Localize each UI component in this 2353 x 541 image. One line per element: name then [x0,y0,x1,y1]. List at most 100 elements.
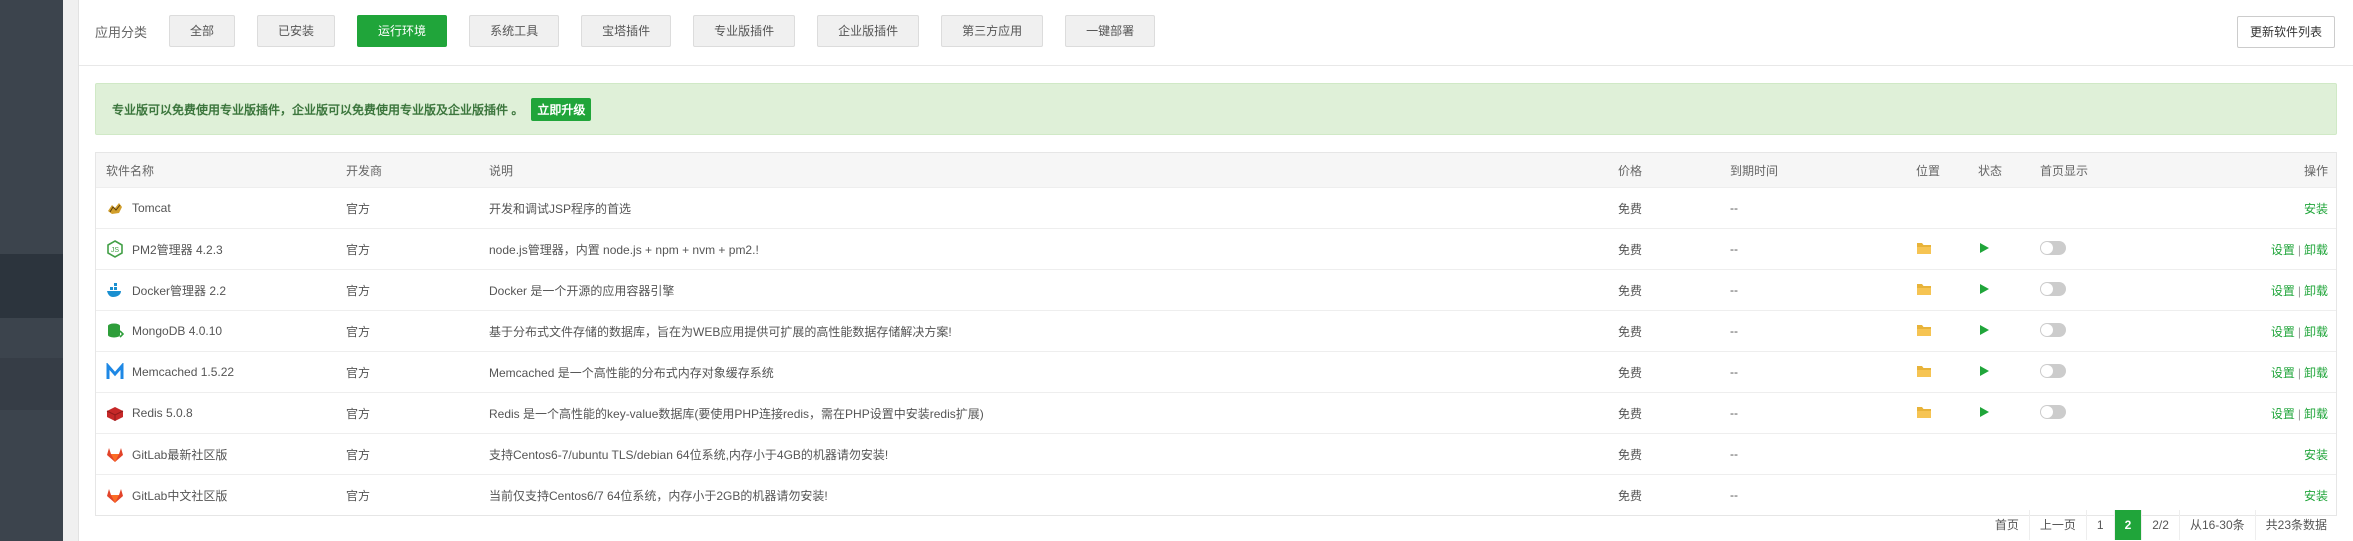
folder-icon[interactable] [1916,324,1932,340]
separator: | [2297,283,2301,298]
expire-cell: -- [1730,406,1738,420]
header-developer: 开发商 [346,163,383,178]
software-table: 软件名称 开发商 说明 价格 到期时间 位置 状态 首页显示 操作 Tomcat… [95,152,2337,516]
app-name-cell: GitLab中文社区版 [96,486,346,504]
folder-icon[interactable] [1916,283,1932,299]
play-icon[interactable] [1978,365,1990,380]
description-cell: Docker 是一个开源的应用容器引擎 [489,283,675,298]
description-cell: 当前仅支持Centos6/7 64位系统，内存小于2GB的机器请勿安装! [489,488,828,503]
home-display-toggle[interactable] [2040,281,2066,296]
memcached-icon [106,363,124,381]
table-row: GitLab最新社区版 官方 支持Centos6-7/ubuntu TLS/debi… [96,434,2336,475]
svg-text:JS: JS [111,247,120,254]
gitlab-icon [106,486,124,504]
expire-cell: -- [1730,365,1738,379]
settings-link[interactable]: 设置 [2271,407,2295,421]
operation-cell: 设置 | 卸载 [2140,364,2336,381]
app-name: PM2管理器 4.2.3 [132,242,223,257]
developer-cell: 官方 [346,283,371,298]
app-name: Docker管理器 2.2 [132,283,227,298]
price-cell: 免费 [1618,447,1643,462]
category-pro-plugins-button[interactable]: 专业版插件 [693,15,796,47]
app-name-cell: JS PM2管理器 4.2.3 [96,240,346,258]
mongodb-icon [106,322,124,340]
app-name-cell: Tomcat [96,199,346,217]
folder-icon[interactable] [1916,365,1932,381]
table-header: 软件名称 开发商 说明 价格 到期时间 位置 状态 首页显示 操作 [96,153,2336,188]
install-link[interactable]: 安装 [2304,202,2328,216]
price-cell: 免费 [1618,365,1643,380]
header-operation: 操作 [2303,163,2328,178]
category-installed-button[interactable]: 已安装 [257,15,336,47]
first-page-button[interactable]: 首页 [1985,510,2029,540]
table-row: Tomcat 官方 开发和调试JSP程序的首选 免费 -- 安装 [96,188,2336,229]
category-enterprise-plugins-button[interactable]: 企业版插件 [817,15,920,47]
gitlab-icon [106,445,124,463]
play-icon[interactable] [1978,324,1990,339]
developer-cell: 官方 [346,242,371,257]
uninstall-link[interactable]: 卸载 [2304,407,2328,421]
play-icon[interactable] [1978,242,1990,257]
total-records: 共23条数据 [2254,510,2337,540]
separator: | [2297,406,2301,421]
uninstall-link[interactable]: 卸载 [2304,284,2328,298]
category-system-tools-button[interactable]: 系统工具 [469,15,560,47]
operation-cell: 设置 | 卸载 [2140,282,2336,299]
app-name: Redis 5.0.8 [132,406,193,420]
update-software-list-button[interactable]: 更新软件列表 [2236,16,2335,48]
app-name-cell: Docker管理器 2.2 [96,281,346,299]
prev-page-button[interactable]: 上一页 [2028,510,2086,540]
redis-icon [106,404,124,422]
price-cell: 免费 [1618,406,1643,421]
developer-cell: 官方 [346,447,371,462]
tomcat-icon [106,199,124,217]
category-third-party-button[interactable]: 第三方应用 [941,15,1044,47]
category-bt-plugins-button[interactable]: 宝塔插件 [581,15,672,47]
settings-link[interactable]: 设置 [2271,243,2295,257]
folder-icon[interactable] [1916,242,1932,258]
sidebar [0,0,63,541]
category-one-click-deploy-button[interactable]: 一键部署 [1065,15,1156,47]
price-cell: 免费 [1618,201,1643,216]
settings-link[interactable]: 设置 [2271,366,2295,380]
category-bar: 应用分类 全部 已安装 运行环境 系统工具 宝塔插件 专业版插件 企业版插件 第… [95,14,1177,48]
sidebar-active-item[interactable] [0,254,63,318]
play-icon[interactable] [1978,283,1990,298]
expire-cell: -- [1730,242,1738,256]
uninstall-link[interactable]: 卸载 [2304,325,2328,339]
pagination: 首页 上一页 1 2 2/2 从16-30条 共23条数据 [1985,510,2337,540]
sidebar-item[interactable] [0,358,63,410]
category-all-button[interactable]: 全部 [169,15,236,47]
page-1-button[interactable]: 1 [2085,510,2114,540]
folder-icon[interactable] [1916,406,1932,422]
settings-link[interactable]: 设置 [2271,325,2295,339]
install-link[interactable]: 安装 [2304,489,2328,503]
price-cell: 免费 [1618,488,1643,503]
app-name: GitLab最新社区版 [132,447,228,462]
home-display-toggle[interactable] [2040,404,2066,419]
table-row: Memcached 1.5.22 官方 Memcached 是一个高性能的分布式内存… [96,352,2336,393]
uninstall-link[interactable]: 卸载 [2304,366,2328,380]
header-name: 软件名称 [106,163,155,178]
home-display-toggle[interactable] [2040,322,2066,337]
install-link[interactable]: 安装 [2304,448,2328,462]
play-icon[interactable] [1978,406,1990,421]
description-cell: 支持Centos6-7/ubuntu TLS/debian 64位系统,内存小于… [489,447,889,462]
category-label: 应用分类 [95,24,148,40]
home-display-toggle[interactable] [2040,363,2066,378]
nodejs-icon: JS [106,240,124,258]
category-runtime-button[interactable]: 运行环境 [357,15,448,47]
notice-text: 专业版可以免费使用专业版插件，企业版可以免费使用专业版及企业版插件 。 [112,102,524,117]
developer-cell: 官方 [346,201,371,216]
soft-panel: 应用分类 全部 已安装 运行环境 系统工具 宝塔插件 专业版插件 企业版插件 第… [78,0,2353,541]
docker-icon [106,281,124,299]
header-home-display: 首页显示 [2040,163,2089,178]
settings-link[interactable]: 设置 [2271,284,2295,298]
description-cell: node.js管理器，内置 node.js + npm + nvm + pm2.… [489,242,759,257]
header-location: 位置 [1916,163,1941,178]
upgrade-now-button[interactable]: 立即升级 [531,97,592,121]
app-name: MongoDB 4.0.10 [132,324,223,338]
uninstall-link[interactable]: 卸载 [2304,243,2328,257]
header-state: 状态 [1978,163,2003,178]
home-display-toggle[interactable] [2040,240,2066,255]
